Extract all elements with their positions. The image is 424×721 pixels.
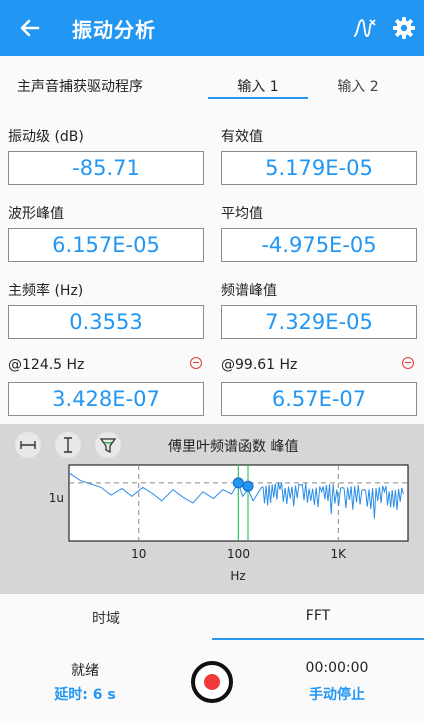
spectrum-peak-label: 频谱峰值	[221, 283, 277, 299]
back-arrow-icon[interactable]	[16, 14, 44, 42]
status-text: 就绪	[71, 663, 99, 679]
vibration-level-label: 振动级 (dB)	[8, 129, 84, 145]
x-tick-label: 10	[131, 547, 146, 561]
audio-driver-label: 主声音捕获驱动程序	[17, 79, 143, 95]
stop-mode-setting[interactable]: 手动停止	[292, 684, 382, 704]
spectrum-chart-panel: 傅里叶频谱函数 峰值 1u 10 100 1K Hz	[0, 424, 424, 594]
spectrum-plot[interactable]: 1u 10 100 1K Hz	[0, 424, 424, 594]
x-axis-label: Hz	[230, 569, 245, 583]
gear-icon[interactable]	[390, 14, 418, 42]
record-button[interactable]	[190, 660, 234, 704]
status-bar: 就绪 延时: 6 s 00:00:00 手动停止	[0, 640, 424, 721]
cursor-point[interactable]	[242, 480, 254, 492]
rms-label: 有效值	[221, 129, 263, 145]
remove-marker-2-icon[interactable]	[402, 357, 414, 369]
elapsed-timer: 00:00:00	[305, 660, 369, 676]
spectrum-peak-value: 7.329E-05	[221, 305, 417, 339]
marker-2-label: @99.61 Hz	[221, 357, 298, 373]
average-value: -4.975E-05	[221, 228, 417, 262]
x-tick-label: 1K	[331, 547, 348, 561]
waveform-icon[interactable]	[350, 14, 378, 42]
app-bar: 振动分析	[0, 0, 424, 56]
marker-1-value: 3.428E-07	[8, 382, 204, 416]
waveform-peak-label: 波形峰值	[8, 206, 64, 222]
x-tick-labels: 10 100 1K	[131, 547, 347, 561]
delay-setting[interactable]: 延时: 6 s	[40, 684, 130, 704]
rms-value: 5.179E-05	[221, 151, 417, 185]
x-tick-label: 100	[227, 547, 250, 561]
tab-input-1[interactable]: 输入 1	[208, 76, 308, 96]
marker-1-label: @124.5 Hz	[8, 357, 85, 373]
tab-input-2[interactable]: 输入 2	[308, 76, 408, 96]
y-tick-label: 1u	[49, 491, 64, 505]
tab-input-1-indicator	[208, 97, 308, 99]
view-tabs: 时域 FFT	[0, 594, 424, 640]
input-selector: 主声音捕获驱动程序 输入 1 输入 2	[0, 56, 424, 112]
main-frequency-value: 0.3553	[8, 305, 204, 339]
average-label: 平均值	[221, 206, 263, 222]
measurement-panel: 振动级 (dB) -85.71 有效值 5.179E-05 波形峰值 6.157…	[0, 112, 424, 424]
record-icon	[204, 674, 220, 690]
tab-time-domain[interactable]: 时域	[0, 608, 212, 628]
page-title: 振动分析	[72, 18, 156, 42]
vibration-level-value: -85.71	[8, 151, 204, 185]
marker-2-value: 6.57E-07	[221, 382, 417, 416]
main-frequency-label: 主频率 (Hz)	[8, 283, 84, 299]
waveform-peak-value: 6.157E-05	[8, 228, 204, 262]
cursor-point[interactable]	[232, 477, 244, 489]
remove-marker-1-icon[interactable]	[190, 357, 202, 369]
tab-fft[interactable]: FFT	[212, 608, 424, 624]
